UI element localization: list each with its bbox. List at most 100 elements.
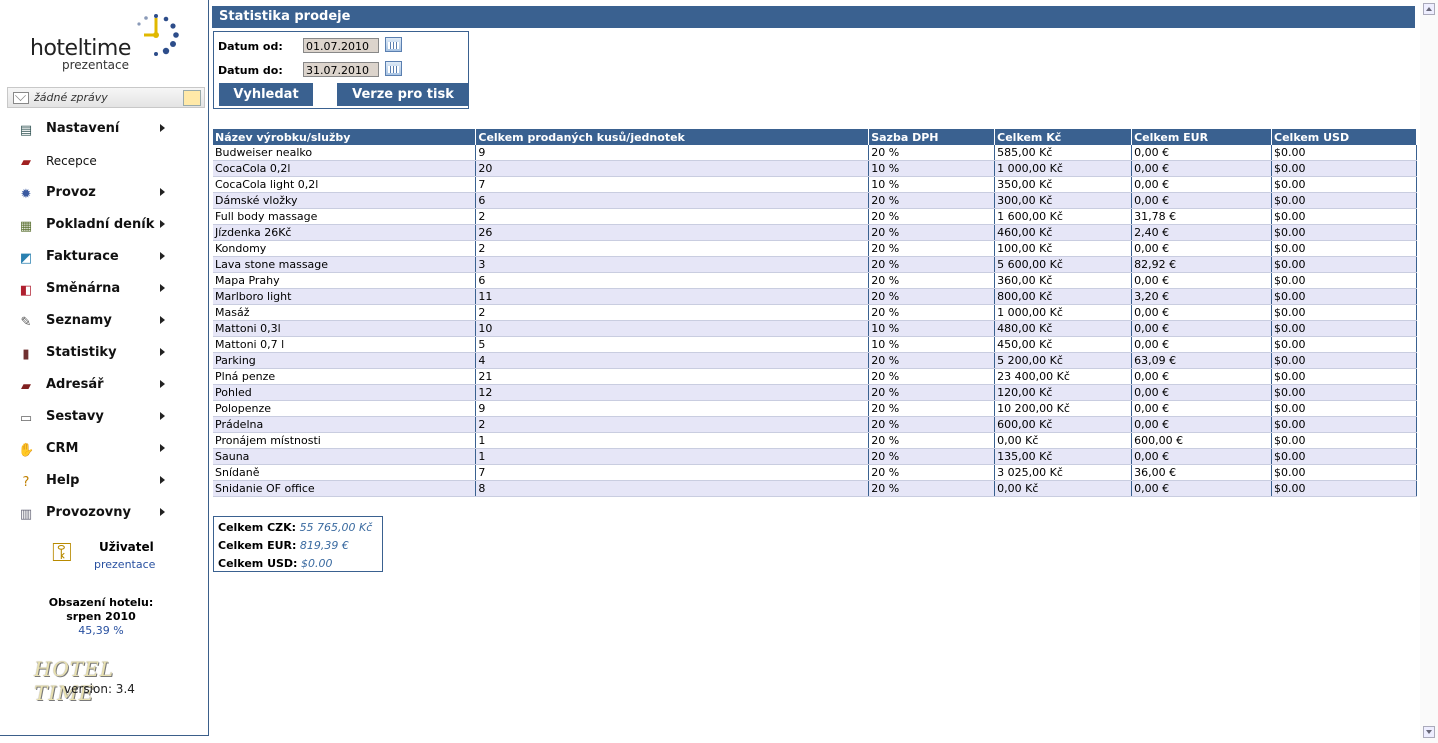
table-cell: CocaCola light 0,2l	[213, 176, 477, 193]
table-cell: 5	[475, 336, 870, 353]
menu-item-fakturace[interactable]: ◩ Fakturace	[0, 243, 208, 275]
scroll-up-arrow-icon[interactable]	[1423, 3, 1435, 15]
messages-bar[interactable]: žádné zprávy	[7, 87, 205, 108]
menu-item-nastaveni[interactable]: ▤ Nastavení	[0, 115, 208, 147]
total-usd: Celkem USD: $0.00	[218, 557, 332, 570]
occupancy-percent[interactable]: 45,39 %	[0, 624, 202, 638]
column-header[interactable]: Celkem Kč	[994, 129, 1133, 145]
menu-item-sestavy[interactable]: ▭ Sestavy	[0, 403, 208, 435]
table-cell: 120,00 Kč	[994, 384, 1133, 401]
table-cell: 26	[475, 224, 870, 241]
user-name-link[interactable]: prezentace	[94, 558, 155, 571]
table-cell: 6	[475, 272, 870, 289]
submenu-arrow-icon	[160, 124, 165, 132]
table-cell: $0.00	[1271, 145, 1417, 161]
table-cell: 6	[475, 192, 870, 209]
scroll-down-arrow-icon[interactable]	[1423, 726, 1435, 738]
calendar-from-icon[interactable]	[385, 37, 402, 52]
column-header[interactable]: Celkem EUR	[1131, 129, 1273, 145]
menu-item-label: Recepce	[46, 154, 97, 168]
date-to-input[interactable]: 31.07.2010	[303, 62, 379, 77]
submenu-arrow-icon	[160, 316, 165, 324]
table-body: Budweiser nealko 9 20 % 585,00 Kč 0,00 € $0.0…	[213, 145, 1417, 497]
table-cell: 5 200,00 Kč	[994, 352, 1133, 369]
table-cell: 0,00 €	[1131, 272, 1273, 289]
submenu-arrow-icon	[160, 348, 165, 356]
total-eur-value: 819,39 €	[299, 539, 349, 552]
menu-item-label: CRM	[46, 441, 79, 456]
table-cell: $0.00	[1271, 304, 1417, 321]
table-cell: 20 %	[868, 432, 996, 449]
table-cell: 1 000,00 Kč	[994, 304, 1133, 321]
column-header[interactable]: Název výrobku/služby	[213, 129, 477, 145]
total-eur: Celkem EUR: 819,39 €	[218, 539, 349, 552]
table-cell: 20 %	[868, 448, 996, 465]
table-cell: 7	[475, 464, 870, 481]
table-row: Lava stone massage 3 20 % 5 600,00 Kč 82,92 …	[213, 256, 1417, 273]
table-cell: 600,00 Kč	[994, 416, 1133, 433]
table-cell: 300,00 Kč	[994, 192, 1133, 209]
table-row: Sauna 1 20 % 135,00 Kč 0,00 € $0.00	[213, 448, 1417, 465]
menu-item-recepce[interactable]: ▰ Recepce	[0, 147, 208, 179]
table-cell: Kondomy	[213, 240, 477, 257]
messages-status: žádné zprávy	[34, 91, 108, 104]
table-cell: Pohled	[213, 384, 477, 401]
table-cell: 460,00 Kč	[994, 224, 1133, 241]
total-czk: Celkem CZK: 55 765,00 Kč	[218, 521, 372, 534]
table-cell: Snidanie OF office	[213, 480, 477, 497]
sales-table: Název výrobku/služby Celkem prodaných kus…	[213, 129, 1417, 497]
crm-icon: ✋	[18, 443, 35, 458]
table-row: Mapa Prahy 6 20 % 360,00 Kč 0,00 € $0.00	[213, 272, 1417, 289]
table-cell: 1	[475, 432, 870, 449]
menu-item-provoz[interactable]: ✹ Provoz	[0, 179, 208, 211]
date-filter-panel: Datum od: 01.07.2010 Datum do: 31.07.201…	[213, 31, 469, 109]
table-cell: 0,00 €	[1131, 145, 1273, 161]
menu-item-help[interactable]: ? Help	[0, 467, 208, 499]
occupancy-month: srpen 2010	[66, 610, 136, 623]
table-cell: 11	[475, 288, 870, 305]
menu-item-label: Směnárna	[46, 281, 121, 296]
search-button[interactable]: Vyhledat	[219, 83, 313, 106]
table-row: Mattoni 0,7 l 5 10 % 450,00 Kč 0,00 € $0.00	[213, 336, 1417, 353]
table-cell: 4	[475, 352, 870, 369]
table-cell: 20	[475, 160, 870, 177]
menu-item-statistiky[interactable]: ▮ Statistiky	[0, 339, 208, 371]
submenu-arrow-icon	[160, 252, 165, 260]
table-row: CocaCola light 0,2l 7 10 % 350,00 Kč 0,00 € $…	[213, 176, 1417, 193]
column-header[interactable]: Sazba DPH	[868, 129, 996, 145]
table-cell: 20 %	[868, 224, 996, 241]
table-cell: 20 %	[868, 464, 996, 481]
table-cell: 23 400,00 Kč	[994, 368, 1133, 385]
total-eur-label: Celkem EUR:	[218, 539, 297, 552]
compose-message-icon[interactable]	[183, 90, 201, 106]
table-row: Jízdenka 26Kč 26 20 % 460,00 Kč 2,40 € $0.00	[213, 224, 1417, 241]
table-cell: $0.00	[1271, 384, 1417, 401]
table-cell: 585,00 Kč	[994, 145, 1133, 161]
logo-subtitle: prezentace	[62, 58, 129, 72]
column-header[interactable]: Celkem USD	[1271, 129, 1417, 145]
vertical-scrollbar[interactable]	[1420, 0, 1438, 743]
table-cell: 10 %	[868, 176, 996, 193]
menu-item-label: Statistiky	[46, 345, 117, 360]
calendar-to-icon[interactable]	[385, 61, 402, 76]
menu-item-smenarna[interactable]: ◧ Směnárna	[0, 275, 208, 307]
page-title: Statistika prodeje	[212, 6, 1415, 28]
menu-item-seznamy[interactable]: ✎ Seznamy	[0, 307, 208, 339]
submenu-arrow-icon	[160, 188, 165, 196]
menu-item-pokladni-denik[interactable]: ▦ Pokladní deník	[0, 211, 208, 243]
submenu-arrow-icon	[160, 508, 165, 516]
menu-item-provozovny[interactable]: ▥ Provozovny	[0, 499, 208, 531]
print-version-button[interactable]: Verze pro tisk	[337, 83, 469, 106]
table-cell: 8	[475, 480, 870, 497]
table-cell: Jízdenka 26Kč	[213, 224, 477, 241]
table-cell: $0.00	[1271, 192, 1417, 209]
column-header[interactable]: Celkem prodaných kusů/jednotek	[475, 129, 870, 145]
menu-item-label: Sestavy	[46, 409, 104, 424]
date-from-input[interactable]: 01.07.2010	[303, 38, 379, 53]
menu-item-crm[interactable]: ✋ CRM	[0, 435, 208, 467]
hoteltime-logo[interactable]: hoteltime prezentace	[30, 8, 190, 78]
table-cell: 20 %	[868, 272, 996, 289]
submenu-arrow-icon	[160, 220, 165, 228]
menu-item-adresar[interactable]: ▰ Adresář	[0, 371, 208, 403]
table-cell: Budweiser nealko	[213, 145, 477, 161]
